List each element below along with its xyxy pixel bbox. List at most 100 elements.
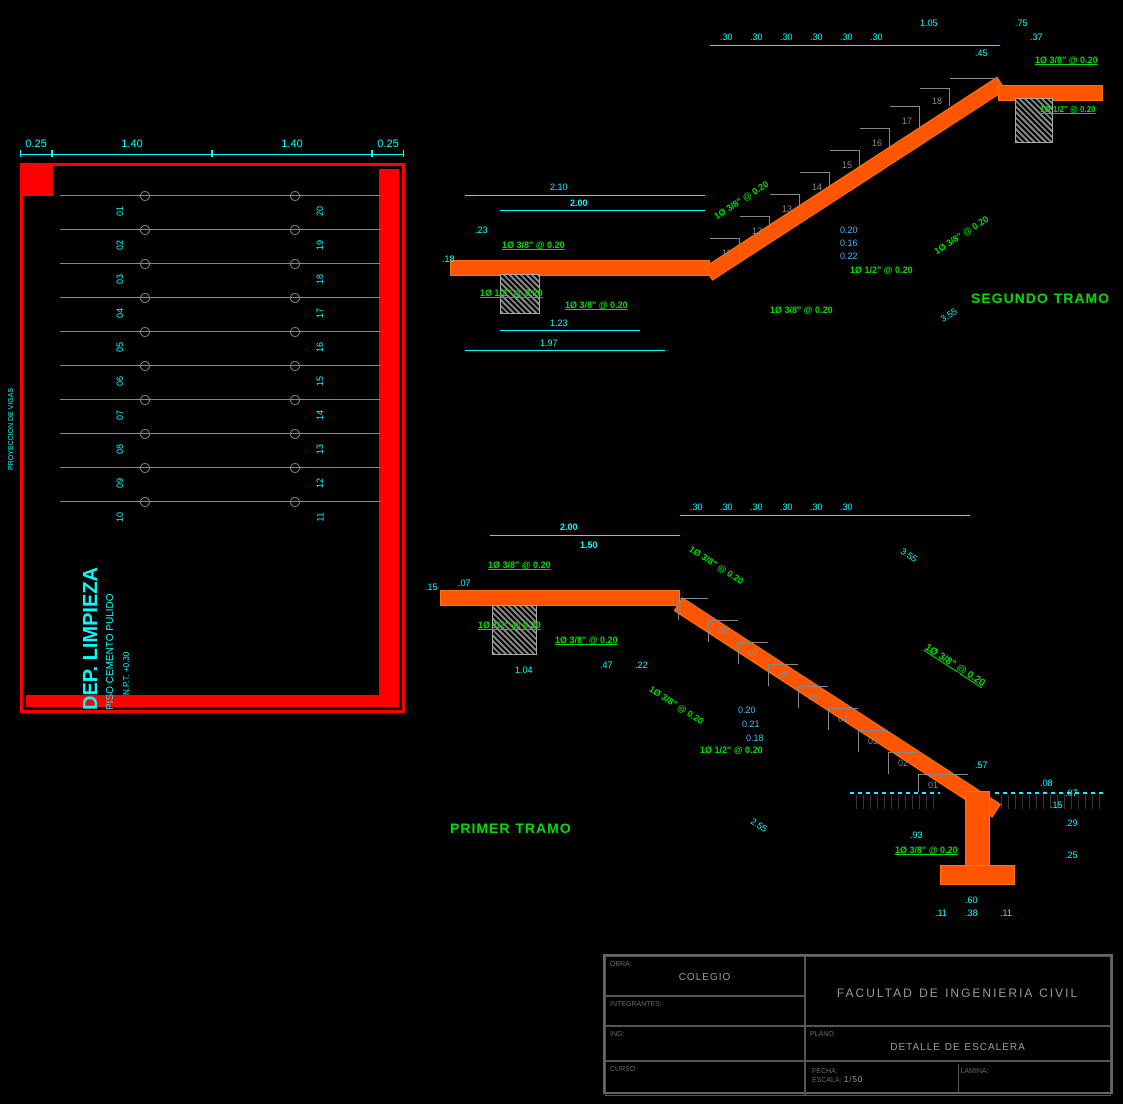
dim: 0.21 — [742, 719, 760, 729]
step-num: 17 — [902, 116, 912, 126]
dim: .93 — [910, 830, 923, 840]
dim: .11 — [935, 908, 947, 918]
dim-left: .18 — [442, 254, 455, 264]
plan-step: 0615 — [60, 365, 380, 399]
dim: .57 — [975, 760, 988, 770]
rebar-label: 1Ø 3/8" @ 0.20 — [923, 642, 987, 689]
dim-run: .30 — [690, 502, 703, 512]
plan-beam-projection-label: PROYECCION DE VIGAS — [8, 388, 15, 470]
plan-step: 0417 — [60, 297, 380, 331]
dim-diag: 3.55 — [939, 306, 959, 324]
dim: 0.20 — [840, 225, 858, 235]
dim: 0.20 — [738, 705, 756, 715]
plan-level-note: N.P.T. +0.30 — [122, 652, 131, 695]
dim: .38 — [965, 908, 978, 918]
dim-run: .30 — [840, 502, 853, 512]
step-outline — [950, 78, 998, 88]
dim-run: .30 — [840, 32, 853, 42]
stair-section-2: .30 .30 .30 .30 .30 .30 1.05 .75 .37 .45… — [440, 30, 1120, 430]
tb-label: ING: — [610, 1031, 624, 1038]
step-num: 13 — [782, 204, 792, 214]
rebar-label: 1Ø 3/8" @ 0.20 — [770, 305, 833, 315]
step-outline — [918, 774, 968, 792]
dim-run: .30 — [750, 502, 763, 512]
step-num: 15 — [842, 160, 852, 170]
step-num: 14 — [812, 182, 822, 192]
dim: .23 — [475, 225, 488, 235]
dim-run: .30 — [810, 502, 823, 512]
dim-run: .30 — [780, 32, 793, 42]
dim: .15 — [425, 582, 438, 592]
dim-line — [680, 515, 970, 516]
tb-bottom-right: FECHA: ESCALA: 1/50 LAMINA: — [805, 1061, 1111, 1096]
dim: 2.00 — [560, 522, 578, 532]
tb-label: CURSO: — [610, 1066, 637, 1073]
dim-seg: 1.40 — [52, 138, 212, 155]
dim-run: .30 — [870, 32, 883, 42]
dim: 0.16 — [840, 238, 858, 248]
tb-label: OBRA: — [610, 961, 632, 968]
cad-canvas[interactable]: 0.25 1.40 1.40 0.25 0120 0219 0318 0417 … — [0, 0, 1123, 1104]
rebar-label: 1Ø 3/8" @ 0.20 — [1035, 55, 1098, 65]
tb-value: 1/50 — [844, 1075, 864, 1084]
dim: .47 — [600, 660, 613, 670]
dim: 2.55 — [749, 816, 769, 834]
rebar-label: 1Ø 1/2" @ 0.20 — [480, 288, 543, 298]
plan-step: 0120 — [60, 195, 380, 229]
dim-line — [490, 535, 680, 536]
tb-value: DETALLE DE ESCALERA — [810, 1042, 1106, 1053]
dim-line — [465, 195, 705, 196]
plan-wall-right — [379, 169, 399, 707]
rebar-label: 1Ø 3/8" @ 0.20 — [502, 240, 565, 250]
ground-hatch — [850, 795, 940, 809]
dim-run: .30 — [720, 502, 733, 512]
plan-step: 0219 — [60, 229, 380, 263]
step-num: 07 — [748, 648, 758, 658]
dim: .15 — [1050, 800, 1063, 810]
plan-step: 1011 — [60, 501, 380, 535]
step-num: 01 — [928, 780, 938, 790]
dim-run: .30 — [750, 32, 763, 42]
plan-dimensions-top: 0.25 1.40 1.40 0.25 — [20, 138, 405, 155]
dim: 0.18 — [746, 733, 764, 743]
dim-seg: 1.40 — [212, 138, 372, 155]
dim-run: .30 — [720, 32, 733, 42]
tb-ing: ING: — [605, 1026, 805, 1061]
tb-value: FACULTAD DE INGENIERIA CIVIL — [837, 986, 1079, 1000]
step-num: 03 — [868, 736, 878, 746]
dim-line — [710, 45, 1000, 46]
plan-stair-steps: 0120 0219 0318 0417 0516 0615 0714 0813 … — [60, 195, 380, 535]
plan-column — [23, 166, 53, 196]
dim: .11 — [1000, 908, 1012, 918]
dim: 1.23 — [550, 318, 568, 328]
dim-seg: 0.25 — [372, 138, 404, 155]
rebar-label: 1Ø 1/2" @ 0.20 — [850, 265, 913, 275]
tb-integrantes: INTEGRANTES: — [605, 996, 805, 1026]
dim: .25 — [1065, 850, 1078, 860]
tb-curso: CURSO: — [605, 1061, 805, 1096]
dim: .07 — [1065, 788, 1078, 798]
section-title: SEGUNDO TRAMO — [971, 290, 1110, 306]
dim: .22 — [635, 660, 648, 670]
ground-line — [850, 792, 940, 794]
dim: .60 — [965, 895, 978, 905]
stair-foot-stem — [965, 791, 990, 871]
dim: 3.55 — [899, 546, 919, 564]
dim: .75 — [1015, 18, 1028, 28]
tb-label: LAMINA: — [961, 1068, 989, 1075]
step-num: 08 — [718, 626, 728, 636]
tb-obra: OBRA: COLEGIO — [605, 956, 805, 996]
step-num: 12 — [752, 226, 762, 236]
support-left — [492, 605, 537, 655]
landing-left — [440, 590, 680, 606]
rebar-label: 1Ø 3/8" @ 0.20 — [647, 684, 705, 726]
dim-line — [465, 350, 665, 351]
rebar-label: 1Ø 3/8" @ 0.20 — [712, 179, 770, 221]
dim: 0.22 — [840, 251, 858, 261]
rebar-label: 1Ø 1/2" @ 0.20 — [478, 620, 541, 630]
step-num: 06 — [778, 670, 788, 680]
tb-label: INTEGRANTES: — [610, 1001, 662, 1008]
plan-step: 0318 — [60, 263, 380, 297]
dim: .45 — [975, 48, 988, 58]
dim: 2.00 — [570, 198, 588, 208]
